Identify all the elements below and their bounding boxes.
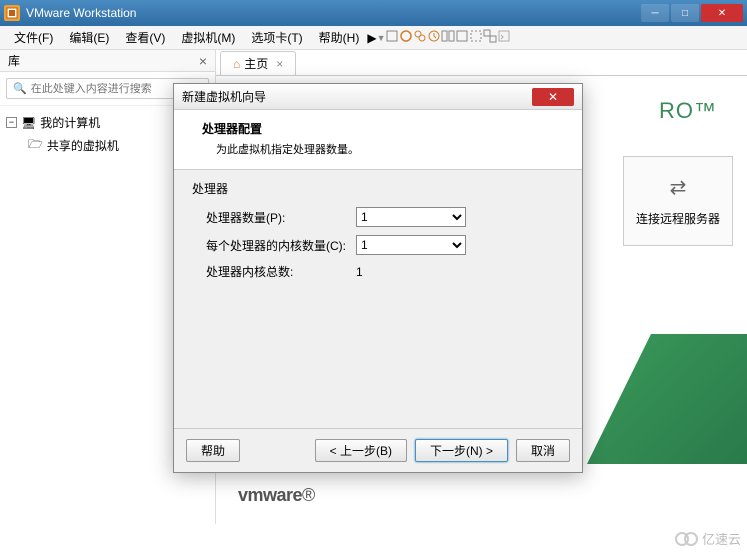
processors-select[interactable]: 1	[356, 207, 466, 227]
computer-icon: 🖥	[21, 116, 36, 130]
dialog-subheading: 为此虚拟机指定处理器数量。	[202, 141, 564, 157]
new-vm-wizard-dialog: 新建虚拟机向导 ✕ 处理器配置 为此虚拟机指定处理器数量。 处理器 处理器数量(…	[173, 83, 583, 473]
watermark: 亿速云	[675, 529, 741, 548]
view-icon-2[interactable]	[455, 29, 469, 46]
maximize-button[interactable]: □	[671, 4, 699, 22]
dialog-heading: 处理器配置	[202, 120, 564, 137]
row-cores: 每个处理器的内核数量(C): 1	[192, 231, 564, 259]
sidebar-title: 库	[8, 52, 199, 69]
shared-icon: 🗁	[28, 135, 43, 156]
dialog-body: 处理器 处理器数量(P): 1 每个处理器的内核数量(C): 1 处理器内核总数…	[174, 170, 582, 428]
snapshot-manager-icon[interactable]	[413, 29, 427, 46]
cores-label: 每个处理器的内核数量(C):	[206, 237, 356, 254]
menubar: 文件(F) 编辑(E) 查看(V) 虚拟机(M) 选项卡(T) 帮助(H) ▶ …	[0, 26, 747, 50]
sidebar-header: 库 ×	[0, 50, 215, 72]
menu-tabs[interactable]: 选项卡(T)	[243, 27, 310, 48]
cores-select[interactable]: 1	[356, 235, 466, 255]
connect-remote-card[interactable]: ⇄ 连接远程服务器	[623, 156, 733, 246]
toolbar-btn-1[interactable]	[385, 29, 399, 46]
menu-file[interactable]: 文件(F)	[6, 27, 61, 48]
search-icon: 🔍	[13, 82, 27, 95]
console-icon[interactable]	[497, 29, 511, 46]
row-total: 处理器内核总数: 1	[192, 259, 564, 284]
view-icon-1[interactable]	[441, 29, 455, 46]
dialog-title-text: 新建虚拟机向导	[182, 88, 532, 105]
decorative-shape	[587, 334, 747, 464]
home-icon: ⌂	[233, 57, 240, 71]
sidebar-close-icon[interactable]: ×	[199, 53, 207, 69]
menu-view[interactable]: 查看(V)	[117, 27, 173, 48]
play-dropdown-icon[interactable]: ▼	[377, 33, 386, 43]
expand-icon[interactable]: −	[6, 117, 17, 128]
app-icon	[4, 5, 20, 21]
vmware-logo: vmware®	[238, 485, 315, 506]
tab-label: 主页	[244, 55, 268, 72]
connect-icon: ⇄	[670, 175, 687, 200]
dialog-titlebar: 新建虚拟机向导 ✕	[174, 84, 582, 110]
snapshot-icon[interactable]	[399, 29, 413, 46]
minimize-button[interactable]: ─	[641, 4, 669, 22]
close-button[interactable]: ✕	[701, 4, 743, 22]
play-button[interactable]: ▶	[367, 31, 376, 45]
tab-bar: ⌂ 主页 ×	[216, 50, 747, 76]
dialog-footer: 帮助 < 上一步(B) 下一步(N) > 取消	[174, 428, 582, 472]
dialog-header: 处理器配置 为此虚拟机指定处理器数量。	[174, 110, 582, 170]
dialog-close-button[interactable]: ✕	[532, 88, 574, 106]
tab-close-icon[interactable]: ×	[276, 57, 283, 71]
menu-help[interactable]: 帮助(H)	[311, 27, 368, 48]
menu-edit[interactable]: 编辑(E)	[61, 27, 117, 48]
tree-label: 我的计算机	[40, 114, 100, 131]
row-processors: 处理器数量(P): 1	[192, 203, 564, 231]
window-title: VMware Workstation	[26, 6, 639, 20]
tree-label: 共享的虚拟机	[47, 137, 119, 154]
help-button[interactable]: 帮助	[186, 439, 240, 462]
unity-icon[interactable]	[483, 29, 497, 46]
processors-label: 处理器数量(P):	[206, 209, 356, 226]
next-button[interactable]: 下一步(N) >	[415, 439, 508, 462]
menu-vm[interactable]: 虚拟机(M)	[173, 27, 243, 48]
back-button[interactable]: < 上一步(B)	[315, 439, 407, 462]
fullscreen-icon[interactable]	[469, 29, 483, 46]
revert-icon[interactable]	[427, 29, 441, 46]
pro-badge: RO™	[659, 98, 717, 124]
total-label: 处理器内核总数:	[206, 263, 356, 280]
search-input[interactable]	[31, 83, 193, 95]
tab-home[interactable]: ⌂ 主页 ×	[220, 51, 296, 75]
group-label: 处理器	[192, 180, 564, 197]
cancel-button[interactable]: 取消	[516, 439, 570, 462]
card-label: 连接远程服务器	[636, 210, 720, 227]
total-value: 1	[356, 265, 564, 279]
titlebar: VMware Workstation ─ □ ✕	[0, 0, 747, 26]
